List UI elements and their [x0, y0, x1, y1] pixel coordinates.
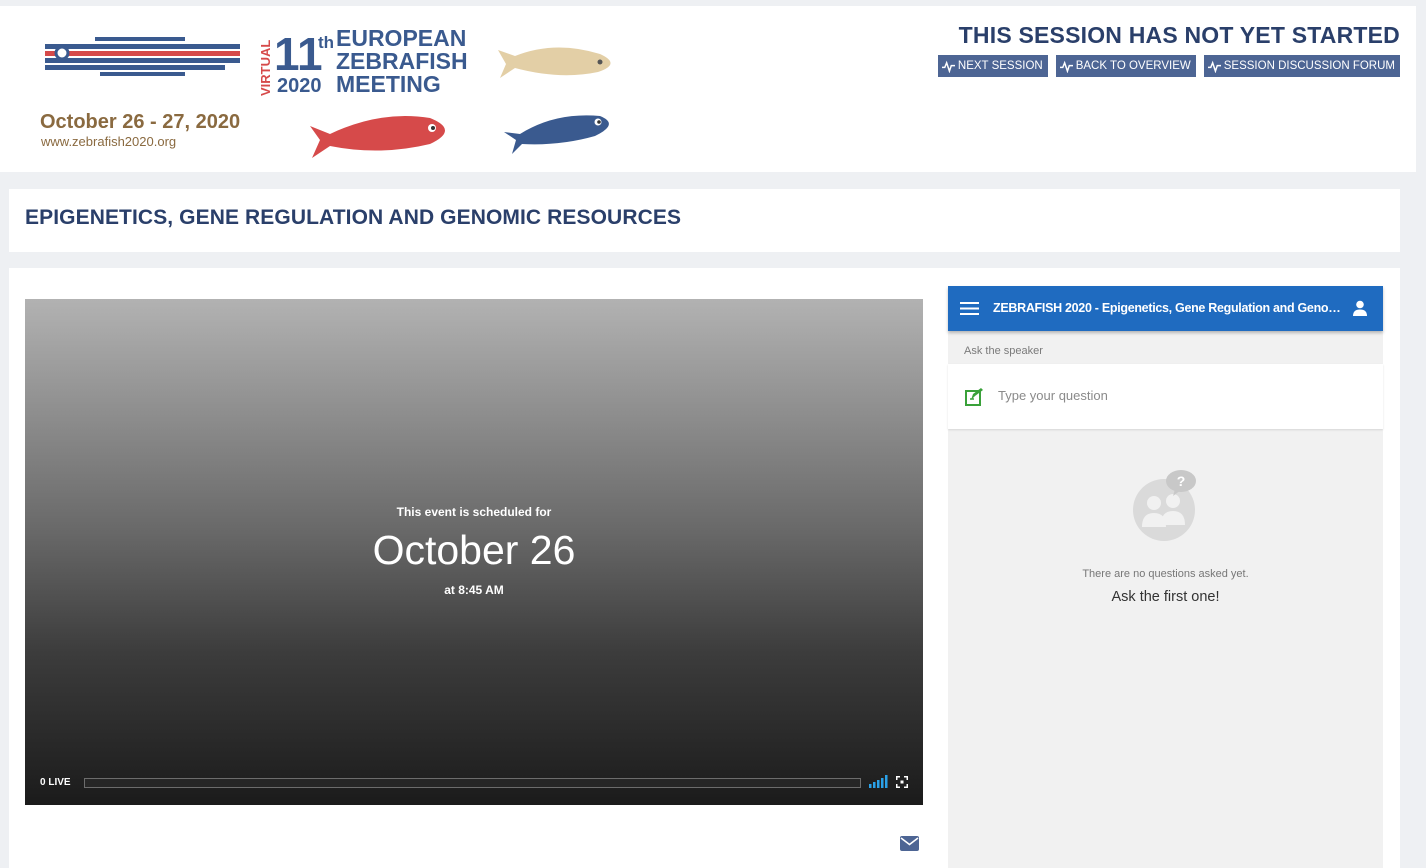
session-discussion-forum-label: SESSION DISCUSSION FORUM	[1223, 60, 1395, 72]
compose-icon	[965, 388, 983, 406]
session-discussion-forum-button[interactable]: SESSION DISCUSSION FORUM	[1203, 55, 1400, 77]
next-session-button[interactable]: NEXT SESSION	[937, 55, 1048, 77]
user-icon[interactable]	[1352, 300, 1368, 316]
pulse-icon	[941, 60, 955, 73]
qa-title: ZEBRAFISH 2020 - Epigenetics, Gene Regul…	[993, 301, 1343, 315]
session-content: This event is scheduled for October 26 a…	[9, 268, 1400, 868]
session-nav: NEXT SESSION BACK TO OVERVIEW SESSION DI…	[937, 55, 1400, 77]
qa-panel: ZEBRAFISH 2020 - Epigenetics, Gene Regul…	[948, 286, 1383, 868]
qa-header: ZEBRAFISH 2020 - Epigenetics, Gene Regul…	[948, 286, 1383, 331]
fullscreen-icon[interactable]	[896, 776, 908, 788]
banner-year: 2020	[277, 75, 322, 97]
no-questions-icon: ?	[1133, 470, 1196, 541]
virtual-label: VIRTUAL	[258, 40, 273, 96]
session-status-title: THIS SESSION HAS NOT YET STARTED	[958, 22, 1400, 48]
next-session-label: NEXT SESSION	[957, 60, 1043, 72]
pulse-icon	[1059, 60, 1073, 73]
edition-suffix: th	[318, 33, 334, 52]
progress-bar[interactable]	[84, 778, 861, 788]
svg-text:?: ?	[1177, 473, 1186, 489]
hamburger-menu-icon[interactable]	[960, 301, 979, 316]
back-to-overview-label: BACK TO OVERVIEW	[1075, 60, 1191, 72]
back-to-overview-button[interactable]: BACK TO OVERVIEW	[1055, 55, 1196, 77]
mail-icon[interactable]	[900, 836, 919, 851]
question-composer	[948, 364, 1383, 429]
banner-line-3: MEETING	[336, 71, 441, 97]
live-indicator: 0 LIVE	[40, 777, 71, 788]
page-title: EPIGENETICS, GENE REGULATION AND GENOMIC…	[25, 206, 682, 229]
ask-speaker-label: Ask the speaker	[964, 345, 1043, 357]
question-input[interactable]	[998, 388, 1358, 403]
session-title-bar: EPIGENETICS, GENE REGULATION AND GENOMIC…	[9, 189, 1400, 252]
volume-bars-icon[interactable]	[869, 775, 889, 788]
scheduled-time: at 8:45 AM	[444, 583, 504, 597]
event-banner: VIRTUAL 11 th 2020 EUROPEAN ZEBRAFISH ME…	[40, 25, 611, 158]
zebrafish-logo	[40, 28, 240, 82]
tan-fish-illustration	[498, 47, 611, 78]
edition-number: 11	[274, 28, 323, 80]
banner-dates: October 26 - 27, 2020	[40, 111, 240, 133]
red-fish-illustration	[310, 116, 445, 158]
empty-state-cta: Ask the first one!	[1111, 589, 1220, 605]
pulse-icon	[1207, 60, 1221, 73]
scheduled-date: October 26	[372, 527, 576, 573]
blue-fish-illustration	[504, 115, 609, 154]
page-header: VIRTUAL 11 th 2020 EUROPEAN ZEBRAFISH ME…	[0, 6, 1416, 172]
banner-website: www.zebrafish2020.org	[40, 134, 176, 149]
video-player[interactable]: This event is scheduled for October 26 a…	[25, 299, 923, 805]
player-controls: 0 LIVE	[25, 775, 923, 791]
scheduled-label: This event is scheduled for	[396, 505, 552, 519]
empty-state-text: There are no questions asked yet.	[1082, 568, 1249, 580]
